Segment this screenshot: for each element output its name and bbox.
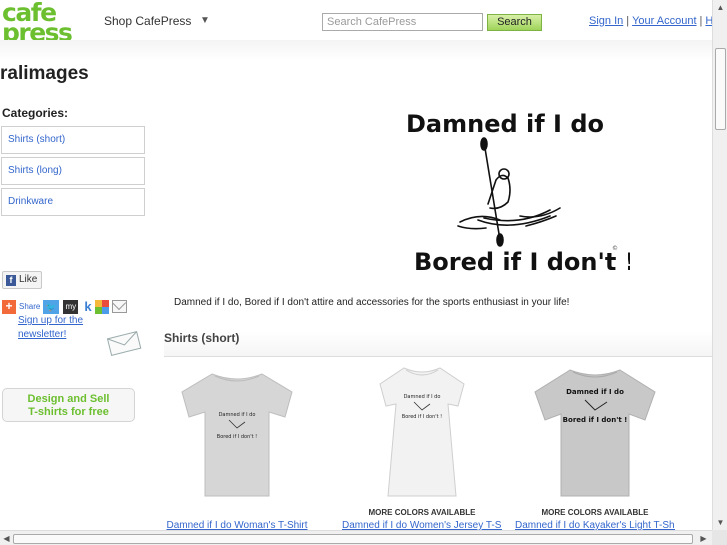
scroll-up-arrow-icon[interactable]: ▲ (715, 2, 726, 13)
scroll-down-arrow-icon[interactable]: ▼ (715, 517, 726, 528)
shop-cafepress-menu[interactable]: Shop CafePress (104, 14, 191, 28)
scroll-left-arrow-icon[interactable]: ◀ (1, 533, 12, 544)
design-and-sell-button[interactable]: Design and Sell T-shirts for free (2, 388, 135, 422)
share-bar: + Share 🐦 my k (2, 298, 128, 314)
horizontal-scrollbar[interactable]: ◀ ▶ (0, 530, 712, 545)
product-image[interactable]: Damned if I do Bored if I don't ! (515, 362, 675, 497)
vertical-scrollbar[interactable]: ▲ ▼ (712, 0, 727, 530)
site-header: cafe press Shop CafePress ▼ Search Sign … (0, 0, 719, 45)
section-title-text: Shirts (short) (164, 331, 240, 345)
product-card[interactable]: Damned if I do Bored if I don't ! Damned… (157, 362, 317, 542)
myspace-icon[interactable]: my (63, 299, 79, 314)
google-icon[interactable] (95, 299, 110, 314)
facebook-icon: f (6, 275, 16, 286)
store-banner-image: Damned if I do Bored if I don't ! © (406, 110, 630, 276)
banner-line1: Damned if I do (406, 110, 604, 138)
share-plus-icon[interactable]: + (2, 299, 16, 314)
header-band (0, 40, 712, 60)
kaboodle-icon[interactable]: k (84, 299, 93, 314)
envelope-icon (106, 331, 142, 356)
sign-in-link[interactable]: Sign In (589, 15, 623, 27)
vertical-scroll-thumb[interactable] (715, 48, 726, 130)
print-line1: Damned if I do (404, 394, 441, 400)
print-line2: Bored if I don't ! (402, 414, 442, 420)
store-tagline: Damned if I do, Bored if I don't attire … (174, 297, 570, 308)
design-sell-line1: Design and Sell (27, 393, 110, 405)
your-account-link[interactable]: Your Account (632, 15, 696, 27)
category-drinkware[interactable]: Drinkware (1, 188, 145, 216)
more-colors-label: MORE COLORS AVAILABLE (368, 508, 476, 517)
design-sell-line2: T-shirts for free (28, 406, 109, 418)
horizontal-scroll-thumb[interactable] (13, 534, 693, 544)
chevron-down-icon[interactable]: ▼ (200, 15, 210, 26)
facebook-like-button[interactable]: f Like (2, 271, 42, 289)
link-separator: | (626, 15, 630, 27)
search-input[interactable] (322, 13, 483, 31)
search-button[interactable]: Search (487, 14, 542, 31)
more-colors-label: MORE COLORS AVAILABLE (541, 508, 649, 517)
twitter-icon[interactable]: 🐦 (43, 299, 60, 314)
print-line1: Damned if I do (219, 412, 256, 418)
banner-line2: Bored if I don't ! (414, 248, 630, 276)
product-card[interactable]: Damned if I do Bored if I don't ! MORE C… (342, 362, 502, 542)
print-line2: Bored if I don't ! (563, 416, 628, 424)
product-card[interactable]: Damned if I do Bored if I don't ! MORE C… (515, 362, 675, 542)
svg-text:©: © (612, 245, 618, 252)
account-links: Sign In|Your Account|He (589, 15, 719, 27)
like-label: Like (19, 274, 38, 285)
share-label[interactable]: Share (19, 302, 40, 311)
section-title: Shirts (short) (164, 331, 712, 357)
print-line1: Damned if I do (566, 388, 624, 396)
store-title: ralimages (0, 63, 89, 84)
email-icon[interactable] (112, 300, 128, 314)
product-image[interactable]: Damned if I do Bored if I don't ! (157, 362, 317, 497)
product-image[interactable]: Damned if I do Bored if I don't ! (342, 362, 502, 497)
categories-heading: Categories: (2, 106, 69, 120)
link-separator: | (699, 15, 703, 27)
scroll-right-arrow-icon[interactable]: ▶ (698, 533, 709, 544)
scrollbar-corner (712, 530, 727, 545)
newsletter-signup-link[interactable]: Sign up for the newsletter! (18, 314, 96, 342)
print-line2: Bored if I don't ! (217, 434, 257, 440)
category-shirts-short[interactable]: Shirts (short) (1, 126, 145, 154)
category-shirts-long[interactable]: Shirts (long) (1, 157, 145, 185)
tshirt-shape (379, 367, 465, 497)
